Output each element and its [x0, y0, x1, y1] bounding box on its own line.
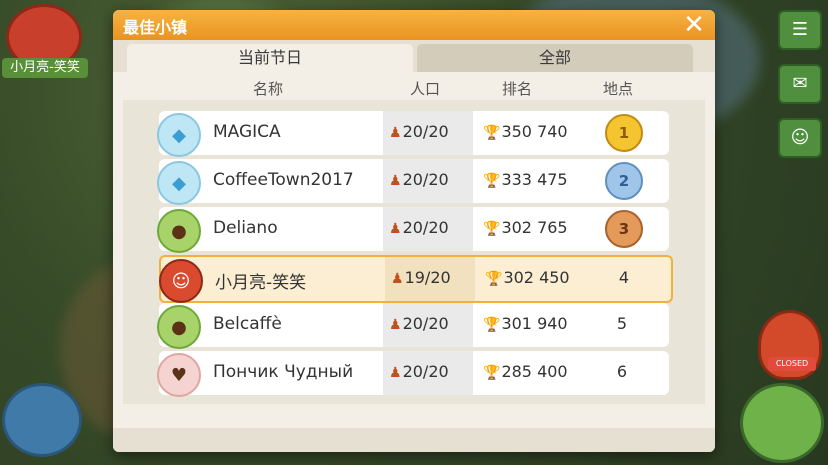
town-name: CoffeeTown2017	[213, 170, 354, 190]
column-header-place: 地点	[603, 80, 634, 98]
town-name: MAGICA	[213, 122, 281, 142]
dialog-footer	[113, 428, 715, 452]
town-name: 小月亮-笑笑	[215, 273, 307, 293]
table-row[interactable]: ♥ Пончик Чудный ♟20/20 🏆285 400 6	[157, 351, 669, 397]
lucky-cat-icon: ☺	[159, 259, 203, 303]
menu-list-icon[interactable]: ☰	[778, 10, 822, 50]
population-value: ♟20/20	[389, 170, 449, 189]
score-value: 🏆350 740	[483, 122, 568, 141]
coffee-bean-icon: ●	[157, 305, 201, 349]
bronze-medal-icon: 3	[605, 210, 643, 248]
population-value: ♟20/20	[389, 218, 449, 237]
score-value: 🏆285 400	[483, 362, 568, 381]
population-value: ♟20/20	[389, 314, 449, 333]
score-value: 🏆333 475	[483, 170, 568, 189]
score-value: 🏆301 940	[483, 314, 568, 333]
population-value: ♟20/20	[389, 122, 449, 141]
population-value: ♟20/20	[389, 362, 449, 381]
population-value: ♟19/20	[391, 268, 451, 287]
player-name-tag: 小月亮-笑笑	[2, 58, 88, 78]
table-row-own-town[interactable]: ☺ 小月亮-笑笑 ♟19/20 🏆302 450 4	[159, 255, 673, 303]
diamond-icon: ◆	[157, 161, 201, 205]
people-icon: ♟	[389, 365, 402, 381]
trophy-icon: 🏆	[483, 221, 501, 237]
people-icon: ♟	[389, 125, 402, 141]
town-house-icon[interactable]	[2, 383, 82, 457]
table-row[interactable]: ● Belcaffè ♟20/20 🏆301 940 5	[157, 303, 669, 349]
column-header-population: 人口	[410, 80, 441, 98]
score-value: 🏆302 450	[485, 268, 570, 287]
trophy-icon: 🏆	[483, 125, 501, 141]
dialog-titlebar: 最佳小镇 ✕	[113, 10, 715, 40]
trophy-icon: 🏆	[485, 271, 503, 287]
cash-register-icon[interactable]	[740, 383, 824, 463]
table-row[interactable]: ◆ MAGICA ♟20/20 🏆350 740 1	[157, 111, 669, 157]
friends-icon[interactable]: ☺	[778, 118, 822, 158]
trophy-icon: 🏆	[483, 365, 501, 381]
tab-all[interactable]: 全部	[417, 44, 693, 72]
people-icon: ♟	[389, 221, 402, 237]
people-icon: ♟	[391, 271, 404, 287]
column-header-ranking: 排名	[502, 80, 533, 98]
score-value: 🏆302 765	[483, 218, 568, 237]
table-row[interactable]: ◆ CoffeeTown2017 ♟20/20 🏆333 475 2	[157, 159, 669, 205]
tab-current-festival[interactable]: 当前节日	[127, 44, 413, 72]
town-ranking-list: ◆ MAGICA ♟20/20 🏆350 740 1 ◆ CoffeeTown2…	[123, 100, 705, 404]
trophy-icon: 🏆	[483, 317, 501, 333]
people-icon: ♟	[389, 173, 402, 189]
close-icon[interactable]: ✕	[681, 12, 707, 38]
tab-bar: 当前节日 全部	[113, 40, 715, 72]
chat-icon[interactable]: ✉	[778, 64, 822, 104]
place-value: 5	[616, 314, 628, 333]
table-row[interactable]: ● Deliano ♟20/20 🏆302 765 3	[157, 207, 669, 253]
coffee-bean-icon: ●	[157, 209, 201, 253]
best-town-dialog: 最佳小镇 ✕ 当前节日 全部 名称 人口 排名 地点 ◆ MAGICA ♟20/…	[113, 10, 715, 452]
trophy-icon: 🏆	[483, 173, 501, 189]
dialog-title: 最佳小镇	[123, 18, 188, 37]
silver-medal-icon: 2	[605, 162, 643, 200]
place-value: 4	[618, 268, 630, 287]
gold-medal-icon: 1	[605, 114, 643, 152]
diamond-icon: ◆	[157, 113, 201, 157]
coffee-heart-icon: ♥	[157, 353, 201, 397]
people-icon: ♟	[389, 317, 402, 333]
town-name: Belcaffè	[213, 314, 282, 334]
town-name: Пончик Чудный	[213, 362, 354, 382]
town-name: Deliano	[213, 218, 278, 238]
place-value: 6	[616, 362, 628, 381]
column-header-name: 名称	[253, 80, 284, 98]
closed-label: CLOSED	[768, 357, 816, 371]
